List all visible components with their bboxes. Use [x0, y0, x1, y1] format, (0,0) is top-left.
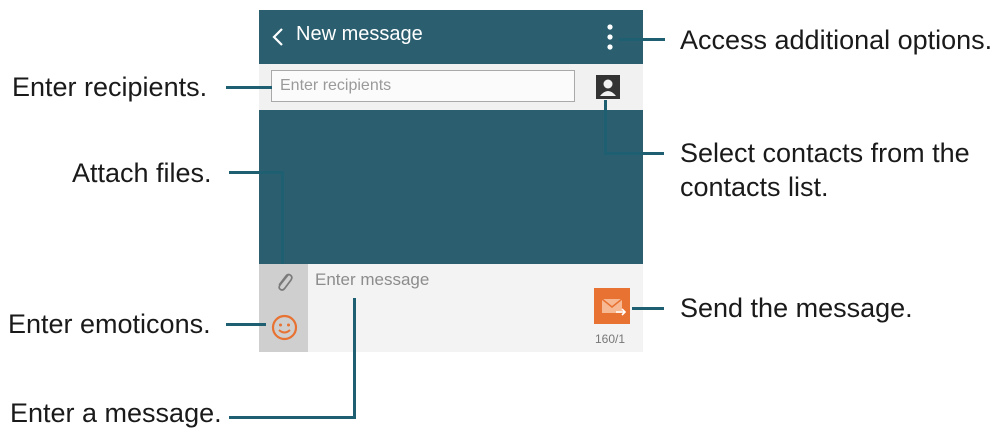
app-bar: New message	[259, 10, 643, 64]
page-title: New message	[296, 23, 423, 45]
message-callout-line-horizontal	[229, 416, 356, 419]
paperclip-icon[interactable]	[272, 270, 296, 294]
composer-side-strip	[259, 264, 308, 352]
contacts-callout-line-horizontal	[604, 152, 664, 155]
character-counter: 160/1	[595, 332, 626, 346]
more-vertical-icon[interactable]	[605, 22, 615, 52]
conversation-area	[259, 110, 643, 264]
contact-card-icon[interactable]	[595, 74, 621, 100]
smiley-icon[interactable]	[271, 314, 298, 341]
send-callout: Send the message.	[680, 293, 913, 323]
options-callout-line	[619, 38, 665, 41]
envelope-send-icon	[601, 298, 627, 316]
attach-callout: Attach files.	[72, 158, 212, 188]
recipients-input[interactable]: Enter recipients	[271, 70, 575, 102]
contacts-callout-line-vertical	[604, 100, 607, 155]
attach-callout-line-horizontal	[229, 171, 284, 174]
message-input[interactable]: Enter message	[315, 270, 429, 290]
message-callout: Enter a message.	[10, 398, 222, 428]
composer-bar: Enter message 160/1	[259, 264, 643, 352]
message-compose-screen: New message Enter recipients Enter messa…	[259, 10, 643, 352]
emoticons-callout-line	[226, 323, 266, 326]
send-callout-line	[632, 307, 664, 310]
emoticons-callout: Enter emoticons.	[8, 309, 211, 339]
contacts-callout-line1: Select contacts from the	[680, 138, 970, 168]
recipients-callout-line	[226, 86, 272, 89]
send-button[interactable]	[594, 288, 630, 324]
message-callout-line-vertical	[353, 298, 356, 419]
options-callout: Access additional options.	[680, 25, 993, 55]
contacts-callout-line2: contacts list.	[680, 172, 829, 202]
back-chevron-icon[interactable]	[267, 25, 291, 49]
attach-callout-line-vertical	[281, 171, 284, 264]
recipients-bar: Enter recipients	[259, 64, 643, 110]
recipients-callout: Enter recipients.	[12, 72, 208, 102]
